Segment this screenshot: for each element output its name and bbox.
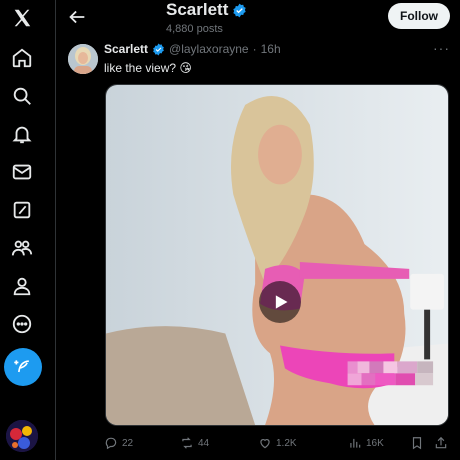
tweet-actions: 22 44 1.2K 16K (104, 436, 450, 456)
play-icon (275, 295, 288, 309)
author-handle[interactable]: @laylaxorayne (169, 42, 249, 56)
reply-button[interactable]: 22 (104, 436, 133, 450)
back-arrow-icon[interactable] (66, 6, 88, 28)
bookmark-icon (412, 437, 422, 450)
tweet-time[interactable]: 16h (261, 42, 281, 56)
more-options-icon[interactable]: ··· (433, 40, 450, 56)
video-player[interactable] (105, 84, 449, 426)
post-count: 4,880 posts (166, 23, 223, 35)
left-nav (0, 0, 56, 460)
profile-icon[interactable] (8, 272, 36, 300)
author-avatar[interactable] (68, 44, 98, 74)
compose-button[interactable] (4, 348, 42, 386)
tweet-header: Scarlett @laylaxorayne · 16h (104, 42, 281, 56)
search-icon[interactable] (8, 82, 36, 110)
notifications-icon[interactable] (8, 120, 36, 148)
page-title: Scarlett (166, 0, 247, 20)
view-count: 16K (366, 437, 384, 449)
verified-badge-icon (153, 43, 164, 55)
verified-badge-icon (233, 3, 247, 17)
like-button[interactable]: 1.2K (258, 436, 297, 450)
top-header: Scarlett 4,880 posts Follow (56, 0, 460, 38)
repost-icon (182, 437, 192, 449)
share-icon (435, 436, 447, 449)
heart-icon (260, 439, 270, 449)
bookmark-button[interactable] (410, 436, 424, 450)
views-button[interactable]: 16K (348, 436, 384, 450)
share-button[interactable] (434, 436, 448, 450)
reply-count: 22 (122, 437, 134, 449)
account-avatar[interactable] (6, 420, 38, 452)
tweet-text: like the view? 😘 (104, 61, 192, 75)
play-button[interactable] (259, 281, 301, 323)
profile-header: Scarlett 4,880 posts (166, 0, 247, 35)
follow-button[interactable]: Follow (388, 3, 450, 29)
reply-icon (105, 437, 117, 450)
home-icon[interactable] (8, 44, 36, 72)
repost-button[interactable]: 44 (180, 436, 209, 450)
video-thumbnail (106, 85, 448, 425)
profile-name: Scarlett (166, 0, 229, 19)
communities-icon[interactable] (8, 234, 36, 262)
like-count: 1.2K (276, 437, 297, 449)
messages-icon[interactable] (8, 158, 36, 186)
views-icon (350, 438, 361, 448)
tweet[interactable]: Scarlett @laylaxorayne · 16h ··· like th… (56, 38, 460, 460)
x-logo-icon[interactable] (8, 4, 36, 32)
author-name[interactable]: Scarlett (104, 42, 148, 56)
separator: · (252, 42, 257, 56)
repost-count: 44 (198, 437, 210, 449)
grok-icon[interactable] (8, 196, 36, 224)
feather-plus-icon (14, 360, 29, 373)
more-icon[interactable] (8, 310, 36, 338)
